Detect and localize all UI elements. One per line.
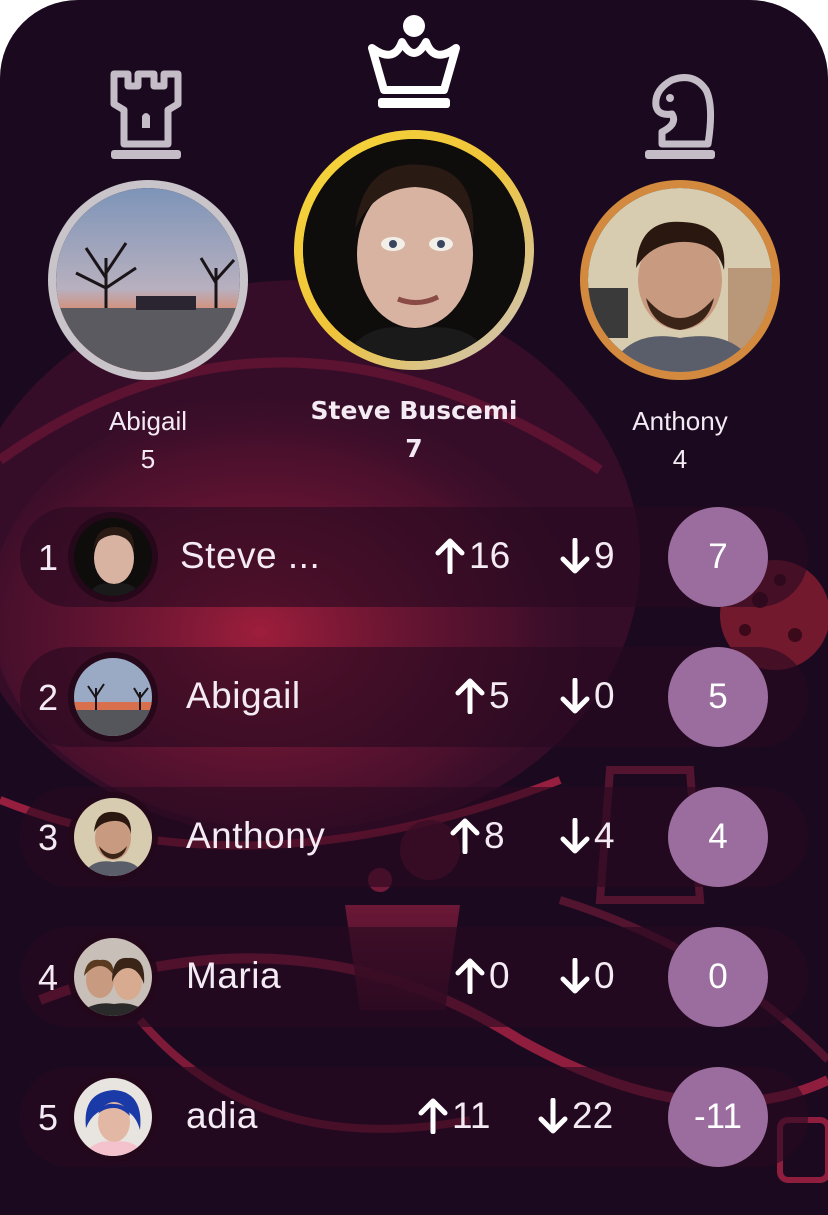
upvote-value: 5 — [489, 675, 510, 716]
leaderboard-row[interactable]: 1 Steve ... 16 9 7 — [20, 507, 808, 607]
score-badge: 7 — [668, 507, 768, 607]
leaderboard-row[interactable]: 2 Abigail 5 0 5 — [20, 647, 808, 747]
third-place-avatar[interactable] — [580, 180, 780, 380]
arrow-down-icon — [560, 958, 590, 994]
downvote-value: 0 — [594, 955, 615, 996]
portrait-photo — [74, 798, 152, 876]
downvote-value: 9 — [594, 535, 615, 576]
leaderboard-row[interactable]: 4 Maria 0 0 0 — [20, 927, 808, 1027]
arrow-down-icon — [560, 818, 590, 854]
rank-number: 2 — [38, 677, 59, 718]
player-name: Abigail — [186, 675, 301, 716]
arrow-down-icon — [560, 538, 590, 574]
leaderboard-row[interactable]: 3 Anthony 8 4 4 — [20, 787, 808, 887]
leaderboard-row[interactable]: 5 adia 11 22 -11 — [20, 1067, 808, 1167]
third-place-score: 4 — [672, 444, 688, 474]
upvote-value: 8 — [484, 815, 505, 856]
player-name: Maria — [186, 955, 282, 996]
first-place-avatar[interactable] — [294, 130, 534, 370]
upvote-count: 16 — [435, 535, 510, 577]
rank-number: 5 — [38, 1097, 59, 1138]
arrow-up-icon — [455, 958, 485, 994]
avatar[interactable] — [68, 792, 158, 882]
player-name: Anthony — [186, 815, 326, 856]
second-place-score: 5 — [140, 444, 156, 474]
avatar[interactable] — [68, 932, 158, 1022]
rook-icon — [108, 70, 184, 162]
first-place-name: Steve Buscemi — [310, 396, 518, 425]
upvote-value: 11 — [452, 1095, 491, 1136]
arrow-down-icon — [538, 1098, 568, 1134]
downvote-count: 22 — [538, 1095, 613, 1137]
downvote-count: 9 — [560, 535, 615, 577]
portrait-photo — [588, 188, 772, 372]
player-name: Steve ... — [180, 535, 321, 576]
upvote-count: 11 — [418, 1095, 490, 1137]
upvote-value: 16 — [469, 535, 511, 576]
upvote-value: 0 — [489, 955, 510, 996]
rank-number: 3 — [38, 817, 59, 858]
avatar[interactable] — [68, 1072, 158, 1162]
score-badge: 5 — [668, 647, 768, 747]
rank-number: 4 — [38, 957, 59, 998]
sunset-photo — [74, 658, 152, 736]
score-badge: 0 — [668, 927, 768, 1027]
first-place-score: 7 — [405, 434, 423, 463]
third-place-name: Anthony — [632, 406, 728, 436]
arrow-up-icon — [435, 538, 465, 574]
second-place-name: Abigail — [108, 406, 188, 436]
downvote-value: 22 — [572, 1095, 614, 1136]
portrait-photo — [74, 518, 152, 596]
arrow-up-icon — [418, 1098, 448, 1134]
player-name: adia — [186, 1095, 258, 1136]
sunset-photo — [56, 188, 240, 372]
score-badge: 4 — [668, 787, 768, 887]
upvote-count: 5 — [455, 675, 510, 717]
portrait-photo — [74, 1078, 152, 1156]
second-place-avatar[interactable] — [48, 180, 248, 380]
downvote-value: 4 — [594, 815, 615, 856]
leaderboard-screen: Abigail 5 Steve Buscemi 7 Anthony 4 1 St… — [0, 0, 828, 1215]
downvote-value: 0 — [594, 675, 615, 716]
upvote-count: 8 — [450, 815, 505, 857]
portrait-photo — [303, 139, 525, 361]
avatar[interactable] — [68, 512, 158, 602]
avatar[interactable] — [68, 652, 158, 742]
downvote-count: 0 — [560, 675, 615, 717]
queen-icon — [364, 14, 464, 112]
knight-icon — [642, 70, 718, 162]
portrait-photo — [74, 938, 152, 1016]
arrow-down-icon — [560, 678, 590, 714]
downvote-count: 0 — [560, 955, 615, 997]
arrow-up-icon — [450, 818, 480, 854]
score-badge: -11 — [668, 1067, 768, 1167]
downvote-count: 4 — [560, 815, 615, 857]
arrow-up-icon — [455, 678, 485, 714]
upvote-count: 0 — [455, 955, 510, 997]
rank-number: 1 — [38, 537, 59, 578]
